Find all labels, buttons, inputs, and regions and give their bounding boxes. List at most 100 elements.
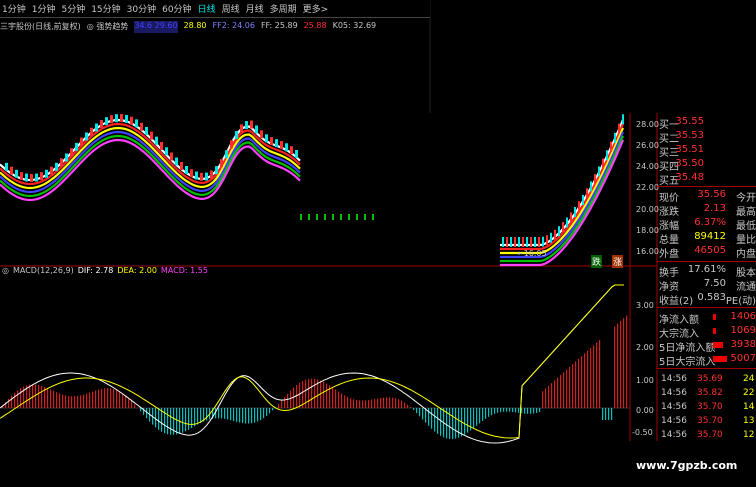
macd-bar bbox=[581, 356, 583, 408]
candle bbox=[230, 140, 233, 149]
candle bbox=[200, 172, 203, 181]
candle bbox=[372, 214, 374, 220]
macd-bar bbox=[134, 404, 136, 408]
bid-row-1[interactable]: 买一 35.55 bbox=[657, 115, 756, 131]
macd-settings-icon[interactable]: ◎ bbox=[2, 266, 9, 275]
candle bbox=[85, 132, 88, 141]
candle bbox=[215, 166, 218, 175]
candle bbox=[185, 165, 188, 174]
flow-row: 净流入额 1406 bbox=[659, 311, 756, 326]
tab-more[interactable]: 更多> bbox=[303, 2, 329, 15]
tab-multi-period[interactable]: 多周期 bbox=[270, 2, 297, 15]
tab-1min-a[interactable]: 1分钟 bbox=[2, 2, 26, 15]
macd-bar bbox=[290, 390, 292, 408]
tab-weekly[interactable]: 周线 bbox=[222, 2, 240, 15]
tab-5min[interactable]: 5分钟 bbox=[61, 2, 85, 15]
macd-bar bbox=[479, 408, 481, 424]
tab-15min[interactable]: 15分钟 bbox=[91, 2, 120, 15]
tick-row: 14:56 35.70 13 bbox=[661, 416, 755, 426]
macd-bar bbox=[185, 408, 187, 432]
macd-bar bbox=[404, 402, 406, 408]
candle bbox=[25, 173, 28, 182]
candle bbox=[586, 188, 588, 199]
candle bbox=[550, 232, 552, 243]
bid-price: 35.51 bbox=[675, 144, 704, 155]
candle bbox=[316, 214, 318, 220]
candle bbox=[594, 174, 596, 185]
stat-row: 总量 89412 量比 bbox=[659, 231, 756, 246]
candle bbox=[618, 123, 620, 134]
candle bbox=[510, 237, 512, 247]
macd-bar bbox=[311, 378, 313, 408]
macd-bar bbox=[155, 408, 157, 428]
macd-bar bbox=[92, 391, 94, 408]
macd-bar bbox=[452, 408, 454, 439]
bid-row-3[interactable]: 买三 35.51 bbox=[657, 143, 756, 159]
bid-row-2[interactable]: 买二 35.53 bbox=[657, 129, 756, 145]
macd-axis-label: -0.50 bbox=[632, 428, 653, 437]
flow-bar bbox=[713, 328, 716, 334]
bid-row-5[interactable]: 买五 35.48 bbox=[657, 171, 756, 187]
divider bbox=[657, 368, 756, 369]
macd-bar bbox=[494, 408, 496, 414]
stat-row: 涨跌 2.13 最高 bbox=[659, 203, 756, 218]
macd-bar bbox=[74, 396, 76, 408]
candle bbox=[35, 173, 38, 182]
macd-bar bbox=[416, 408, 418, 414]
macd-bar bbox=[590, 348, 592, 408]
macd-bar bbox=[35, 384, 37, 408]
macd-bar bbox=[281, 400, 283, 408]
macd-bar bbox=[437, 408, 439, 434]
macd-bar bbox=[239, 408, 241, 423]
tab-monthly[interactable]: 月线 bbox=[246, 2, 264, 15]
stat-row: 现价 35.56 今开 bbox=[659, 189, 756, 204]
candle bbox=[115, 114, 118, 123]
stat-row: 涨幅 6.37% 最低 bbox=[659, 217, 756, 232]
macd-name[interactable]: MACD(12,26,9) bbox=[13, 266, 74, 275]
candle bbox=[558, 226, 560, 237]
indicator-name[interactable]: ◎ 强势趋势 bbox=[87, 21, 129, 33]
macd-bar bbox=[407, 404, 409, 408]
candle bbox=[5, 162, 8, 171]
bid-row-4[interactable]: 买四 35.50 bbox=[657, 157, 756, 173]
candle bbox=[260, 130, 263, 139]
candle bbox=[20, 172, 23, 181]
rise-badge: 涨 bbox=[612, 255, 624, 268]
turnover-row: 净资 7.50 流通 bbox=[659, 278, 756, 293]
macd-bar bbox=[224, 408, 226, 419]
macd-bar bbox=[14, 392, 16, 408]
macd-bar bbox=[491, 408, 493, 416]
macd-bar bbox=[266, 408, 268, 416]
macd-bar bbox=[98, 389, 100, 408]
tab-daily[interactable]: 日线 bbox=[198, 2, 216, 15]
tab-60min[interactable]: 60分钟 bbox=[162, 2, 191, 15]
candle bbox=[566, 217, 568, 228]
macd-bar bbox=[170, 408, 172, 435]
macd-bar bbox=[347, 396, 349, 408]
macd-bar bbox=[8, 398, 10, 408]
candle bbox=[502, 237, 504, 247]
macd-bar bbox=[377, 398, 379, 408]
low-price-marker: ←16.05 bbox=[517, 249, 547, 258]
macd-bar bbox=[260, 408, 262, 421]
macd-bar bbox=[395, 398, 397, 408]
macd-bar bbox=[545, 388, 547, 408]
candle bbox=[245, 121, 248, 130]
tab-1min[interactable]: 1分钟 bbox=[32, 2, 56, 15]
macd-bar bbox=[335, 389, 337, 408]
candle bbox=[265, 134, 268, 143]
price-axis-label: 26.00 bbox=[636, 141, 659, 150]
candle bbox=[574, 206, 576, 217]
macd-bar bbox=[554, 380, 556, 408]
candle bbox=[530, 237, 532, 247]
price-axis-label: 28.00 bbox=[636, 120, 659, 129]
candle bbox=[506, 237, 508, 247]
macd-bar bbox=[245, 408, 247, 424]
candle bbox=[308, 214, 310, 220]
tab-30min[interactable]: 30分钟 bbox=[127, 2, 156, 15]
candle bbox=[514, 237, 516, 247]
macd-bar bbox=[506, 408, 508, 412]
macd-bar bbox=[560, 375, 562, 408]
candle bbox=[518, 237, 520, 247]
candle bbox=[135, 119, 138, 128]
